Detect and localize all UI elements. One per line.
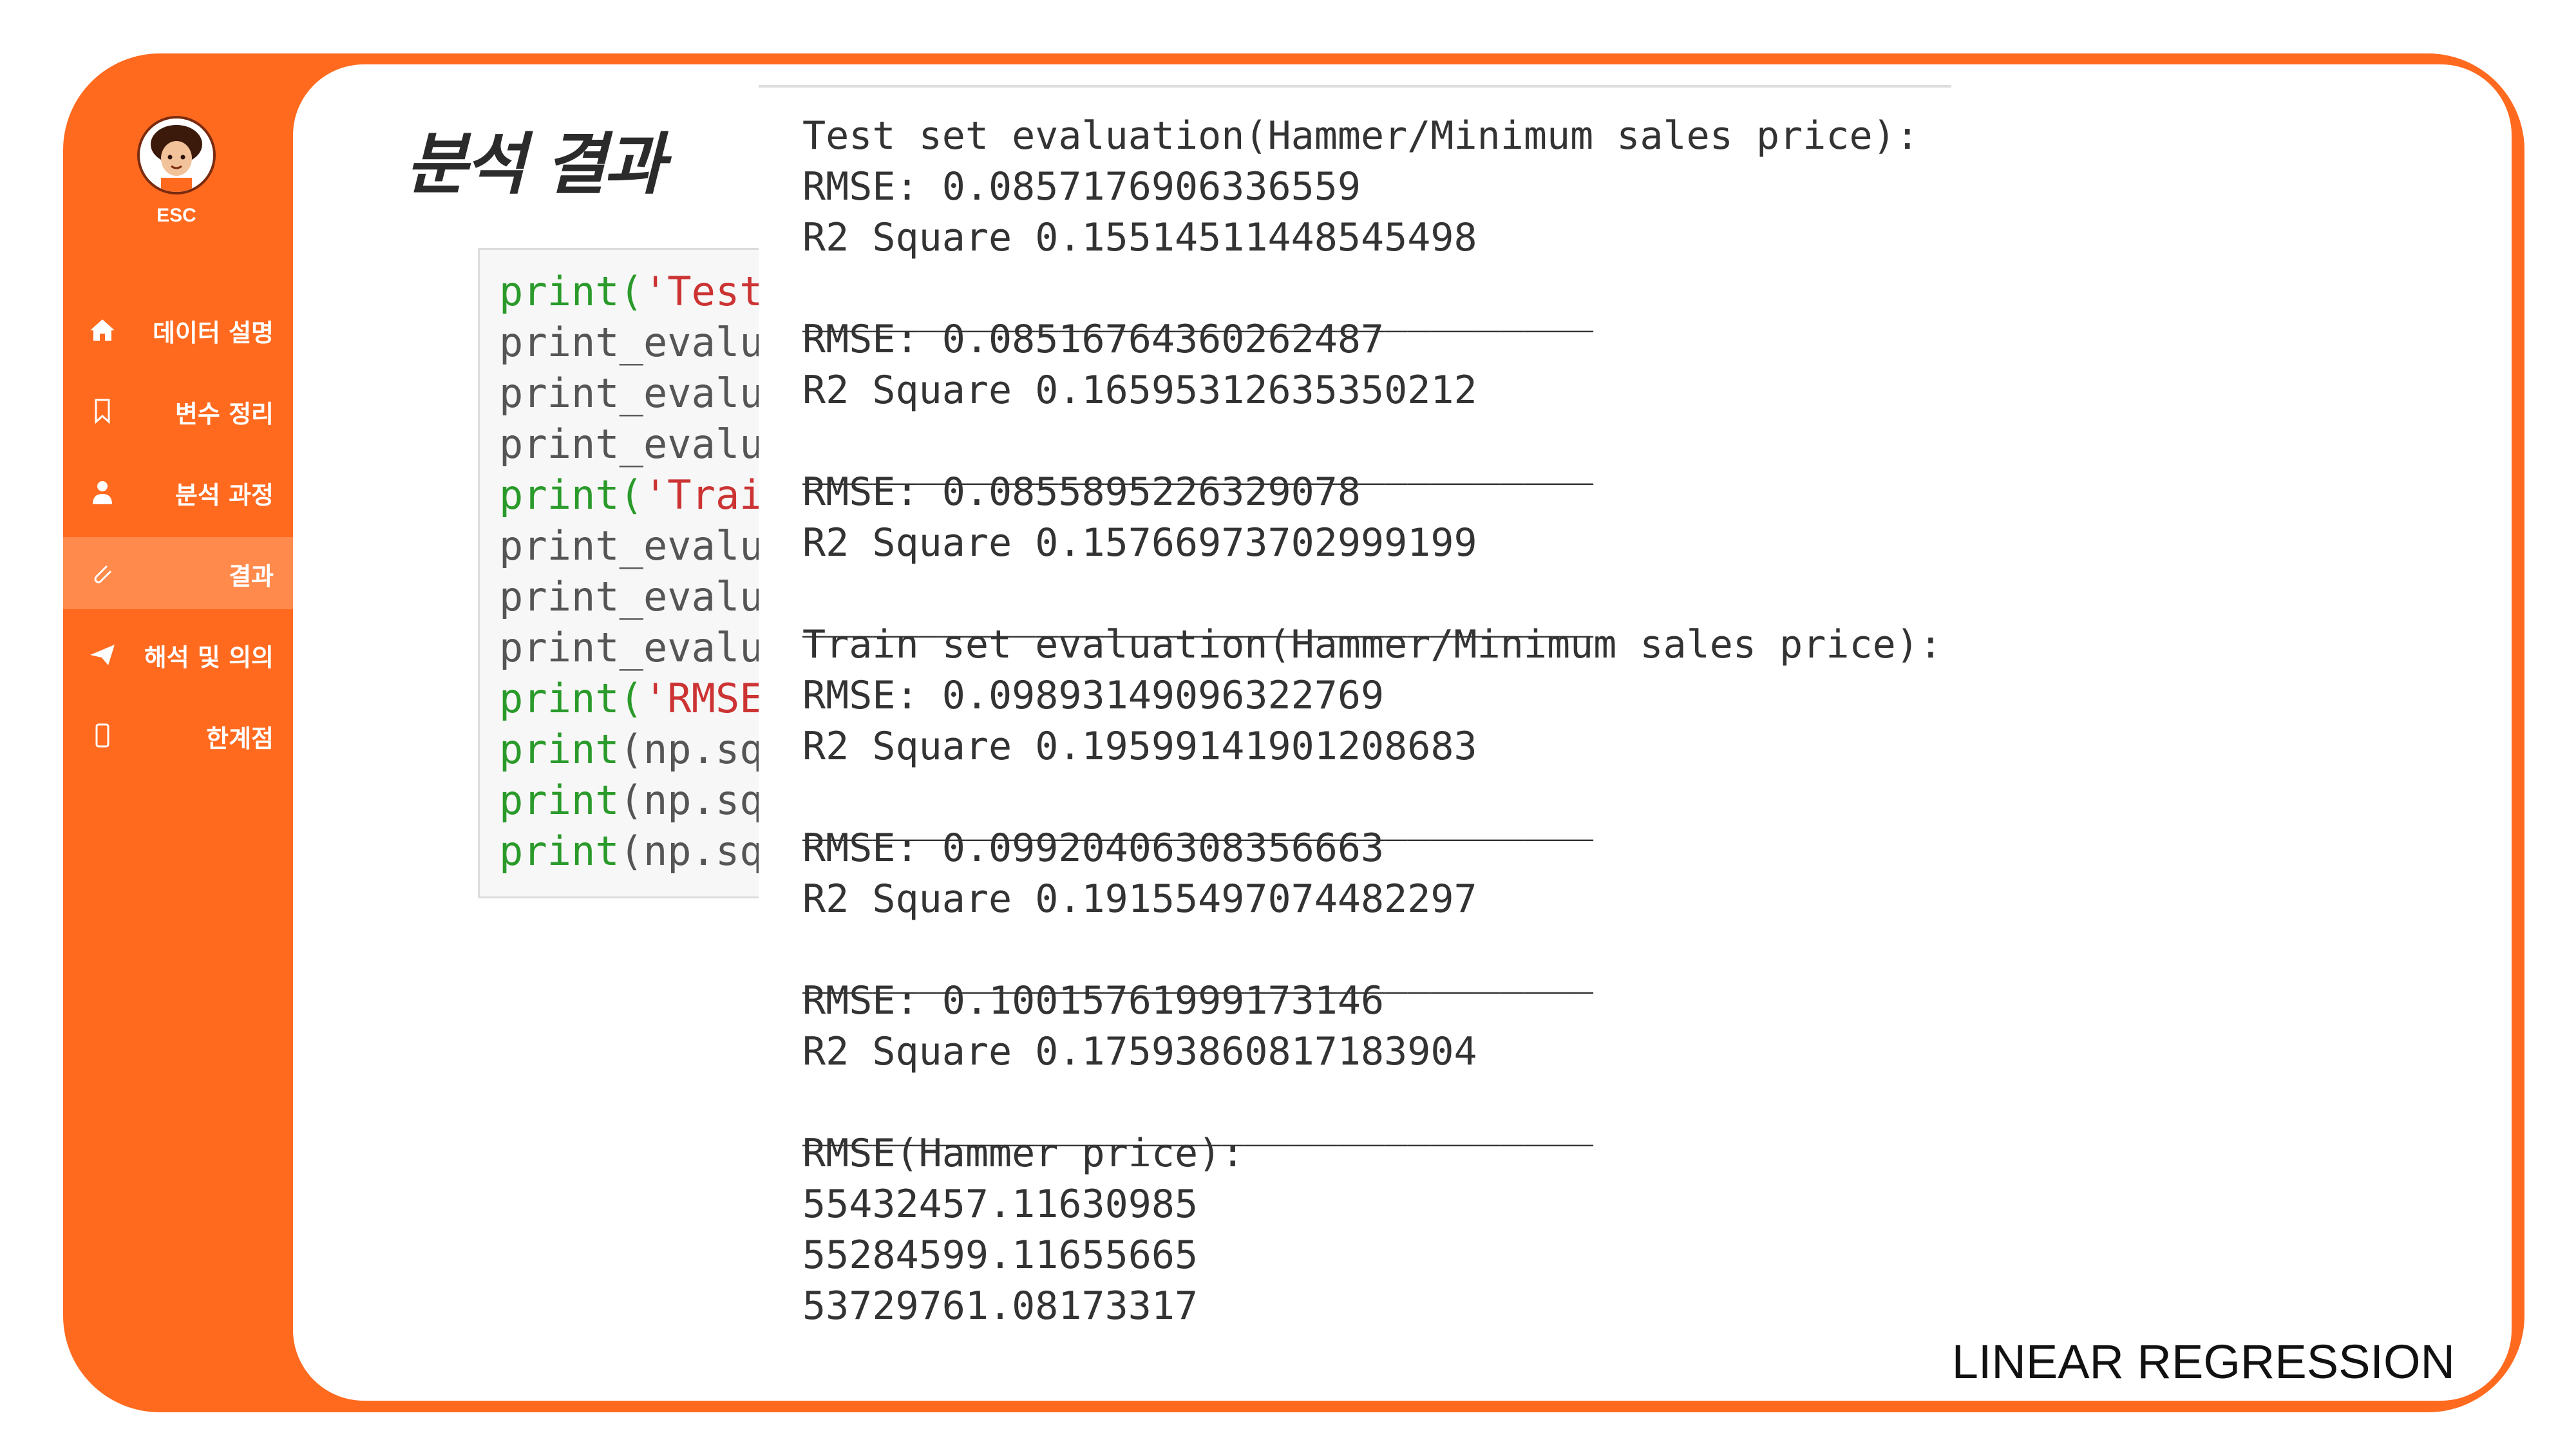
paper-plane-icon bbox=[88, 639, 117, 669]
sidebar-item-label: 데이터 설명 bbox=[152, 319, 274, 347]
sidebar-item-label: 해석 및 의의 bbox=[144, 643, 274, 672]
code-line: print('Trair bbox=[499, 471, 788, 518]
paperclip-icon bbox=[88, 558, 117, 588]
output-line: R2 Square 0.19155497074482297 bbox=[802, 876, 1477, 922]
output-line: RMSE(Hammer price): bbox=[802, 1131, 1245, 1176]
sidebar-item-interpretation[interactable]: 해석 및 의의 bbox=[63, 618, 293, 690]
output-panel: Test set evaluation(Hammer/Minimum sales… bbox=[759, 85, 1951, 1353]
sidebar-item-label: 변수 정리 bbox=[175, 400, 274, 428]
output-line: 55284599.11655665 bbox=[802, 1233, 1198, 1278]
code-line: print_evalua bbox=[499, 370, 788, 417]
output-line: R2 Square 0.16595312635350212 bbox=[802, 368, 1477, 413]
output-line: R2 Square 0.19599141901208683 bbox=[802, 724, 1477, 769]
output-line: RMSE: 0.09920406308356663 bbox=[802, 826, 1385, 871]
output-line: R2 Square 0.15514511448545498 bbox=[802, 215, 1477, 260]
code-line: print_evalua bbox=[499, 319, 788, 366]
output-line: R2 Square 0.15766973702999199 bbox=[802, 520, 1477, 565]
avatar-icon bbox=[140, 118, 213, 192]
code-line: print_evalua bbox=[499, 522, 788, 569]
sidebar-item-limitations[interactable]: 한계점 bbox=[63, 699, 293, 772]
code-line: print(np.sqr bbox=[499, 828, 788, 875]
output-line: RMSE: 0.10015761999173146 bbox=[802, 978, 1385, 1023]
avatar[interactable] bbox=[137, 116, 216, 194]
output-line: RMSE: 0.08516764360262487 bbox=[802, 317, 1385, 362]
output-line: R2 Square 0.17593860817183904 bbox=[802, 1029, 1477, 1074]
output-line: 53729761.08173317 bbox=[802, 1283, 1198, 1329]
code-line: print(np.sqr bbox=[499, 777, 788, 824]
bookmark-icon bbox=[88, 396, 117, 426]
footer-label: LINEAR REGRESSION bbox=[1951, 1335, 2455, 1388]
sidebar-item-label: 결과 bbox=[229, 562, 274, 591]
output-line: RMSE: 0.0855895226329078 bbox=[802, 469, 1361, 515]
sidebar-item-label: 분석 과정 bbox=[175, 481, 274, 509]
code-line: print_evalua bbox=[499, 421, 788, 468]
sidebar-item-results[interactable]: 결과 bbox=[63, 537, 293, 609]
home-icon bbox=[88, 315, 117, 345]
code-line: print('Test bbox=[499, 268, 764, 315]
code-line: print_evalua bbox=[499, 624, 788, 671]
output-line: Train set evaluation(Hammer/Minimum sale… bbox=[802, 622, 1943, 667]
output-line: 55432457.11630985 bbox=[802, 1182, 1198, 1227]
output-line: Test set evaluation(Hammer/Minimum sales… bbox=[802, 113, 1919, 158]
sidebar-item-data-description[interactable]: 데이터 설명 bbox=[63, 294, 293, 366]
code-line: print_evalua bbox=[499, 573, 788, 620]
user-icon bbox=[88, 477, 117, 507]
sidebar-item-variables[interactable]: 변수 정리 bbox=[63, 375, 293, 447]
output-line: RMSE: 0.09893149096322769 bbox=[802, 673, 1385, 718]
code-line: print(np.sqr bbox=[499, 726, 788, 773]
code-line: print('RMSE( bbox=[499, 675, 788, 722]
mobile-icon bbox=[88, 721, 117, 750]
esc-label: ESC bbox=[156, 205, 196, 226]
sidebar-item-label: 한계점 bbox=[206, 724, 274, 753]
sidebar-item-analysis-process[interactable]: 분석 과정 bbox=[63, 456, 293, 528]
output-line: RMSE: 0.0857176906336559 bbox=[802, 164, 1361, 209]
page-title: 분석 결과 bbox=[406, 125, 665, 204]
